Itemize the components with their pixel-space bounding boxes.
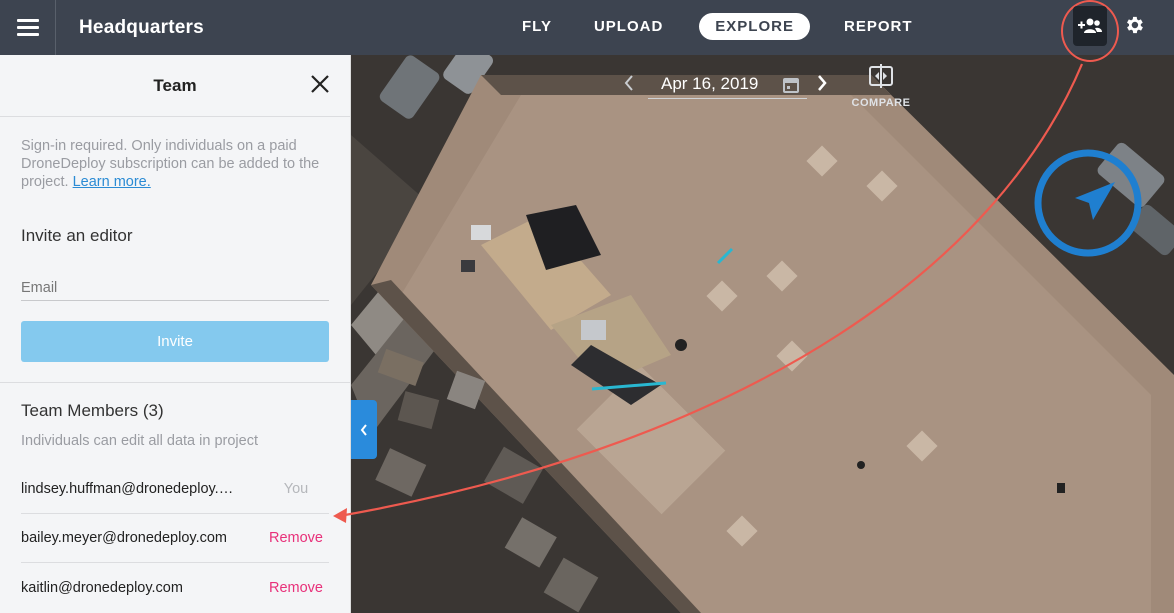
compare-icon — [869, 64, 893, 88]
you-label: You — [283, 481, 309, 497]
date-prev-button[interactable] — [623, 74, 635, 97]
panel-header: Team — [0, 55, 350, 117]
date-next-button[interactable] — [816, 74, 828, 97]
invite-heading: Invite an editor — [21, 226, 133, 245]
menu-button[interactable] — [0, 0, 56, 55]
list-item: kaitlin@dronedeploy.com Remove — [21, 563, 329, 612]
calendar-button[interactable] — [782, 76, 800, 99]
panel-title: Team — [153, 75, 197, 95]
section-divider — [0, 382, 350, 383]
members-subtitle: Individuals can edit all data in project — [21, 433, 258, 449]
close-button[interactable] — [310, 74, 330, 94]
nav-report[interactable]: REPORT — [828, 13, 929, 40]
app-title: Headquarters — [79, 16, 204, 38]
nav-explore[interactable]: EXPLORE — [699, 13, 810, 40]
members-heading: Team Members (3) — [21, 401, 164, 420]
member-email: kaitlin@dronedeploy.com — [21, 579, 183, 596]
list-item: lindsey.huffman@dronedeploy.com You — [21, 465, 329, 514]
team-panel: Team Sign-in required. Only individuals … — [0, 55, 351, 613]
member-email: bailey.meyer@dronedeploy.com — [21, 530, 228, 546]
team-button[interactable] — [1073, 6, 1107, 46]
invite-button[interactable]: Invite — [21, 321, 329, 362]
settings-button[interactable] — [1123, 14, 1147, 38]
close-icon — [311, 75, 329, 93]
collapse-panel-button[interactable] — [351, 400, 377, 459]
nav-fly[interactable]: FLY — [506, 13, 568, 40]
map-view[interactable] — [351, 55, 1174, 613]
learn-more-link[interactable]: Learn more. — [73, 174, 151, 190]
compare-button[interactable]: COMPARE — [846, 64, 916, 109]
top-bar: Headquarters FLY UPLOAD EXPLORE REPORT — [0, 0, 1174, 62]
member-email: lindsey.huffman@dronedeploy.com — [21, 481, 236, 497]
compass-icon — [1034, 149, 1142, 257]
email-field-wrap — [0, 276, 350, 301]
calendar-icon — [783, 78, 799, 93]
email-field[interactable] — [21, 276, 329, 301]
notice-text: Sign-in required. Only individuals on a … — [21, 138, 320, 190]
chevron-left-icon — [624, 75, 633, 91]
chevron-right-icon — [818, 75, 827, 91]
signin-notice: Sign-in required. Only individuals on a … — [0, 117, 350, 191]
list-item: bailey.meyer@dronedeploy.com Remove — [21, 514, 329, 563]
gear-icon — [1127, 16, 1143, 34]
remove-button[interactable]: Remove — [263, 580, 329, 596]
nav-upload[interactable]: UPLOAD — [578, 13, 679, 40]
chevron-left-icon — [360, 423, 367, 436]
member-list: lindsey.huffman@dronedeploy.com You bail… — [0, 465, 350, 612]
compass[interactable] — [1033, 148, 1143, 258]
compare-label: COMPARE — [851, 97, 911, 109]
aerial-map-image — [351, 55, 1174, 613]
remove-button[interactable]: Remove — [263, 530, 329, 546]
main-nav: FLY UPLOAD EXPLORE REPORT — [506, 13, 932, 40]
add-team-icon — [1078, 18, 1102, 33]
menu-icon — [16, 17, 39, 38]
